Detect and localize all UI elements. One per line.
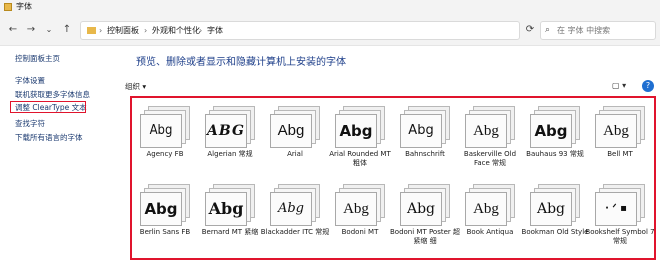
recent-locations-dropdown[interactable]: ⌄ — [42, 23, 56, 37]
font-file-icon: Abg — [270, 184, 320, 226]
font-file-icon: Abg — [335, 184, 385, 226]
font-name-label: Bookshelf Symbol 7 常规 — [585, 228, 655, 245]
font-tile[interactable]: · ᐟ ▪ Bookshelf Symbol 7 常规 — [585, 180, 655, 258]
font-tile[interactable]: Abg Blackadder ITC 常规 — [261, 180, 329, 258]
title-bar: 字体 — [0, 0, 660, 14]
font-grid: Abg Agency FB ABG Algerian 常规 Abg Arial Abg Ari… — [130, 96, 656, 260]
sidebar-item-control-panel-home[interactable]: 控制面板主页 — [15, 54, 60, 64]
font-file-icon: Abg — [270, 106, 320, 148]
address-bar[interactable]: › 控制面板 › 外观和个性化 › 字体 ⌄ — [80, 21, 590, 40]
font-sample-text: Abg — [149, 123, 173, 138]
control-panel-icon — [87, 27, 96, 34]
fonts-folder-icon — [4, 3, 12, 11]
font-tile[interactable]: Abg Bahnschrift — [396, 102, 454, 180]
font-name-label: Bernard MT 紧缩 — [201, 228, 259, 236]
font-tile[interactable]: Abg Bodoni MT Poster 超紧缩 细 — [390, 180, 460, 258]
font-sample-text: Abg — [343, 201, 369, 217]
font-file-icon: Abg — [530, 106, 580, 148]
font-name-label: Bahnschrift — [405, 150, 445, 158]
font-sample-text: Abg — [144, 200, 178, 218]
font-name-label: Blackadder ITC 常规 — [260, 228, 330, 236]
font-tile[interactable]: Abg Arial Rounded MT 粗体 — [329, 102, 391, 180]
breadcrumb-fonts[interactable]: 字体 — [207, 25, 223, 37]
breadcrumb-separator: › — [199, 26, 203, 35]
font-sample-text: Abg — [473, 201, 499, 217]
search-icon: ⌕ — [545, 25, 551, 35]
font-name-label: Bauhaus 93 常规 — [526, 150, 584, 158]
font-name-label: Bell MT — [607, 150, 633, 158]
font-file-icon: Abg — [465, 184, 515, 226]
font-name-label: Bookman Old Style — [521, 228, 589, 236]
font-sample-text: Abg — [208, 199, 244, 218]
font-file-icon: Abg — [140, 106, 190, 148]
breadcrumb-separator: › — [144, 26, 148, 35]
font-file-icon: Abg — [205, 184, 255, 226]
font-tile[interactable]: ABG Algerian 常规 — [201, 102, 259, 180]
font-name-label: Arial Rounded MT 粗体 — [329, 150, 391, 167]
organize-menu[interactable]: 组织 ▾ — [125, 82, 146, 92]
font-tile[interactable]: Abg Baskerville Old Face 常规 — [461, 102, 519, 180]
sidebar-item-get-more-fonts[interactable]: 联机获取更多字体信息 — [15, 90, 90, 100]
search-box[interactable]: ⌕ 在 字体 中搜索 — [540, 21, 656, 40]
font-tile[interactable]: Abg Book Antiqua — [461, 180, 519, 258]
font-file-icon: Abg — [465, 106, 515, 148]
font-file-icon: · ᐟ ▪ — [595, 184, 645, 226]
font-sample-text: Abg — [277, 122, 305, 139]
font-sample-text: Abg — [534, 122, 568, 140]
sidebar-item-font-settings[interactable]: 字体设置 — [15, 76, 45, 86]
breadcrumb-control-panel[interactable]: 控制面板 — [107, 25, 139, 37]
font-sample-text: Abg — [277, 201, 305, 216]
view-options-button[interactable]: ▢ ▾ — [612, 81, 634, 90]
font-file-icon: Abg — [400, 184, 450, 226]
font-file-icon: Abg — [400, 106, 450, 148]
font-tile[interactable]: Abg Agency FB — [136, 102, 194, 180]
navigation-bar: ← → ⌄ ↑ › 控制面板 › 外观和个性化 › 字体 ⌄ ⟳ ⌕ 在 字体 … — [0, 14, 660, 46]
font-tile[interactable]: Abg Bell MT — [591, 102, 649, 180]
page-title: 预览、删除或者显示和隐藏计算机上安装的字体 — [136, 57, 346, 68]
font-tile[interactable]: Abg Arial — [266, 102, 324, 180]
font-tile[interactable]: Abg Bodoni MT — [331, 180, 389, 258]
font-name-label: Arial — [287, 150, 303, 158]
breadcrumb-appearance[interactable]: 外观和个性化 — [152, 25, 200, 37]
font-name-label: Algerian 常规 — [207, 150, 253, 158]
font-file-icon: Abg — [140, 184, 190, 226]
breadcrumb-separator: › — [99, 26, 103, 35]
font-name-label: Baskerville Old Face 常规 — [463, 150, 517, 167]
font-sample-text: Abg — [536, 201, 566, 217]
up-button[interactable]: ↑ — [60, 23, 74, 37]
font-tile[interactable]: Abg Bookman Old Style — [522, 180, 588, 258]
font-file-icon: Abg — [530, 184, 580, 226]
font-file-icon: Abg — [335, 106, 385, 148]
back-button[interactable]: ← — [6, 23, 20, 37]
font-file-icon: ABG — [205, 106, 255, 148]
font-name-label: Bodoni MT — [341, 228, 379, 236]
font-tile[interactable]: Abg Bauhaus 93 常规 — [526, 102, 584, 180]
font-sample-text: ABG — [207, 123, 245, 139]
highlight-box — [10, 101, 86, 113]
font-tile[interactable]: Abg Berlin Sans FB — [136, 180, 194, 258]
font-name-label: Bodoni MT Poster 超紧缩 细 — [390, 228, 461, 245]
font-name-label: Agency FB — [146, 150, 184, 158]
refresh-button[interactable]: ⟳ — [524, 23, 536, 37]
font-sample-text: · ᐟ ▪ — [605, 203, 627, 214]
forward-button[interactable]: → — [24, 23, 38, 37]
sidebar-item-find-character[interactable]: 查找字符 — [15, 119, 45, 129]
font-tile[interactable]: Abg Bernard MT 紧缩 — [201, 180, 259, 258]
font-file-icon: Abg — [595, 106, 645, 148]
sidebar-item-download-fonts[interactable]: 下载所有语言的字体 — [15, 133, 83, 143]
main-content: 预览、删除或者显示和隐藏计算机上安装的字体 组织 ▾ ▢ ▾ ? Abg Agen… — [120, 46, 660, 261]
font-sample-text: Abg — [339, 122, 373, 140]
window-title: 字体 — [16, 2, 32, 11]
help-button[interactable]: ? — [642, 80, 654, 92]
font-name-label: Berlin Sans FB — [139, 228, 191, 236]
font-sample-text: Abg — [406, 201, 436, 217]
font-sample-text: Abg — [473, 123, 499, 139]
sidebar: 控制面板主页 字体设置 联机获取更多字体信息 调整 ClearType 文本 查… — [0, 46, 120, 261]
font-sample-text: Abg — [603, 123, 629, 139]
search-input[interactable]: 在 字体 中搜索 — [557, 25, 610, 37]
font-sample-text: Abg — [408, 123, 434, 138]
font-name-label: Book Antiqua — [466, 228, 514, 236]
